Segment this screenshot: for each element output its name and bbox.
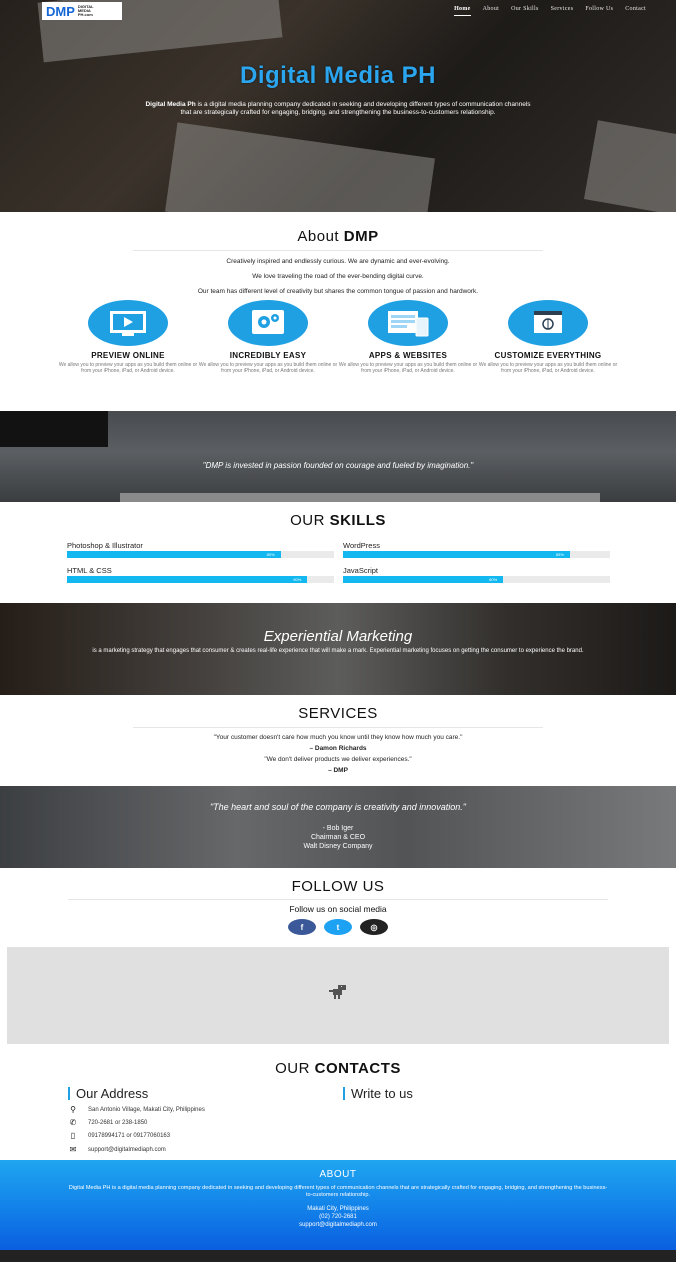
nav-services[interactable]: Services: [551, 6, 574, 16]
follow-title: FOLLOW US: [291, 878, 385, 895]
divider: [133, 250, 543, 251]
about-line-2: We love traveling the road of the ever-b…: [252, 273, 424, 280]
feature-apps-websites: APPS & WEBSITES We allow you to preview …: [338, 300, 478, 374]
skill-percent: 90%: [293, 577, 302, 582]
skills-title: OUR SKILLS: [290, 512, 386, 529]
experiential-text: is a marketing strategy that engages tha…: [92, 648, 584, 654]
about-line-3: Our team has different level of creativi…: [197, 288, 479, 295]
logo[interactable]: DMP DIGITAL MEDIA PH.com: [42, 2, 122, 20]
footer-title: ABOUT: [319, 1169, 357, 1180]
services-section: SERVICES "Your customer doesn't care how…: [0, 705, 676, 774]
skill-bar-fill: 85%: [343, 551, 570, 558]
feature-incredibly-easy: INCREDIBLY EASY We allow you to preview …: [198, 300, 338, 374]
nav-our-skills[interactable]: Our Skills: [511, 6, 539, 16]
contact-email-row: ✉ support@digitalmediaph.com: [69, 1145, 166, 1154]
nav-about[interactable]: About: [483, 6, 500, 16]
skill-bar-track: 80%: [67, 551, 334, 558]
skill-percent: 80%: [266, 552, 275, 557]
footer-phone[interactable]: (02) 720-2681: [0, 1213, 676, 1221]
gears-icon: [228, 300, 308, 346]
monitor-play-icon: [88, 300, 168, 346]
skill-percent: 85%: [555, 552, 564, 557]
contact-phone-row: ✆ 720-2681 or 238-1850: [69, 1118, 148, 1127]
skill-bar-track: 85%: [343, 551, 610, 558]
quote-passion: "DMP is invested in passion founded on c…: [202, 461, 474, 470]
feature-customize-everything: CUSTOMIZE EVERYTHING We allow you to pre…: [478, 300, 618, 374]
mobile-icon: ▯: [70, 1131, 76, 1140]
footer-email[interactable]: support@digitalmediaph.com: [0, 1221, 676, 1229]
pen-tool-icon: [508, 300, 588, 346]
facebook-icon[interactable]: f: [288, 919, 316, 935]
bottom-bar: [0, 1250, 676, 1262]
services-author-2: – DMP: [328, 767, 348, 774]
skill-percent: 60%: [489, 577, 498, 582]
main-nav: Home About Our Skills Services Follow Us…: [454, 6, 646, 16]
footer-about: ABOUT Digital Media PH is a digital medi…: [0, 1160, 676, 1250]
services-quote-2: "We don't deliver products we deliver ex…: [264, 756, 412, 763]
hero-section: DMP DIGITAL MEDIA PH.com Home About Our …: [0, 0, 676, 212]
quote-role: Chairman & CEO: [310, 834, 366, 841]
social-icons: f t ◎: [0, 919, 676, 935]
skills-section: OUR SKILLS: [0, 512, 676, 529]
footer-text: Digital Media PH is a digital media plan…: [68, 1185, 608, 1198]
services-title: SERVICES: [298, 705, 378, 722]
divider: [68, 899, 608, 900]
experiential-banner: Experiential Marketing is a marketing st…: [0, 603, 676, 695]
instagram-icon[interactable]: ◎: [360, 919, 388, 935]
dinosaur-icon: [329, 985, 346, 999]
skill-bar-fill: 60%: [343, 576, 504, 583]
quote-company: Walt Disney Company: [303, 843, 373, 850]
services-quote-1: "Your customer doesn't care how much you…: [213, 734, 463, 741]
divider: [133, 727, 543, 728]
quote-banner-lobby: "The heart and soul of the company is cr…: [0, 786, 676, 868]
contacts-section: OUR CONTACTS: [0, 1060, 676, 1077]
skill-label: WordPress: [343, 541, 380, 550]
contact-address-row: ⚲ San Antonio Village, Makati City, Phili…: [68, 1105, 205, 1114]
envelope-icon: ✉: [69, 1145, 77, 1154]
contact-mobile-row: ▯ 09178994171 or 09177060163: [68, 1131, 170, 1140]
address-heading: Our Address: [68, 1087, 148, 1100]
nav-follow-us[interactable]: Follow Us: [585, 6, 613, 16]
about-section: About DMP Creatively inspired and endles…: [0, 228, 676, 295]
nav-contact[interactable]: Contact: [625, 6, 646, 16]
nav-home[interactable]: Home: [454, 6, 471, 16]
devices-icon: [368, 300, 448, 346]
skill-bar-track: 60%: [343, 576, 610, 583]
skill-label: JavaScript: [343, 566, 379, 575]
skill-label: HTML & CSS: [67, 566, 112, 575]
contacts-title: OUR CONTACTS: [275, 1060, 401, 1077]
footer-city: Makati City, Philippines: [307, 1206, 369, 1212]
follow-subtitle: Follow us on social media: [289, 904, 387, 914]
services-author-1: – Damon Richards: [309, 745, 367, 752]
skill-bar-track: 90%: [67, 576, 334, 583]
feature-preview-online: PREVIEW ONLINE We allow you to preview y…: [58, 300, 198, 374]
hero-title: Digital Media PH: [239, 62, 437, 89]
about-line-1: Creatively inspired and endlessly curiou…: [226, 258, 450, 265]
skill-label: Photoshop & Illustrator: [67, 541, 143, 550]
experiential-title: Experiential Marketing: [263, 628, 413, 645]
skill-bar-fill: 90%: [67, 576, 308, 583]
about-title: About DMP: [297, 228, 379, 245]
write-heading: Write to us: [343, 1087, 413, 1100]
hero-description: Digital Media Ph is a digital media plan…: [145, 101, 531, 117]
location-pin-icon: ⚲: [70, 1105, 76, 1114]
follow-section: FOLLOW US Follow us on social media f t …: [0, 878, 676, 935]
twitter-icon[interactable]: t: [324, 919, 352, 935]
map-embed[interactable]: [7, 947, 669, 1044]
quote-heart-soul: "The heart and soul of the company is cr…: [209, 802, 467, 812]
skill-bar-fill: 80%: [67, 551, 281, 558]
quote-banner-office: "DMP is invested in passion founded on c…: [0, 411, 676, 502]
phone-icon: ✆: [69, 1118, 77, 1127]
quote-author: - Bob Iger: [322, 825, 354, 832]
